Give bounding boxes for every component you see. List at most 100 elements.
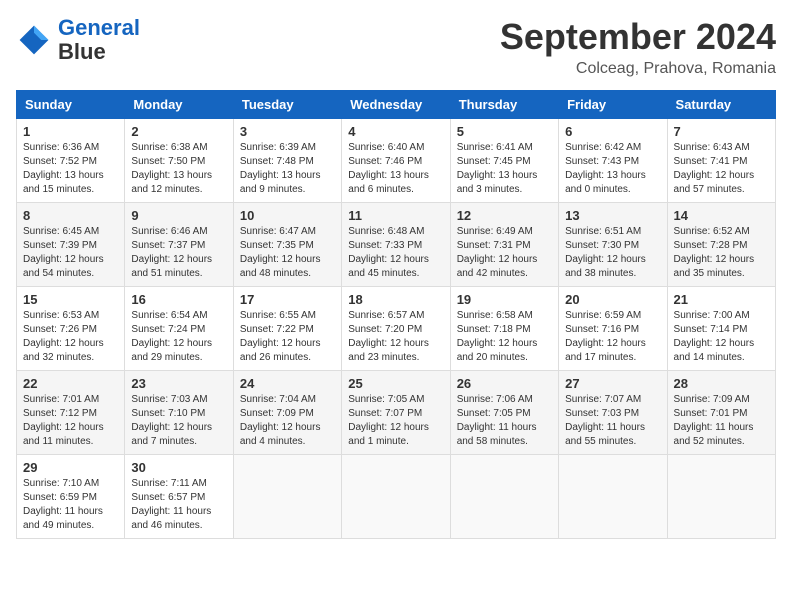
day-info: Sunrise: 7:07 AM Sunset: 7:03 PM Dayligh… bbox=[565, 393, 660, 449]
calendar-cell: 8Sunrise: 6:45 AM Sunset: 7:39 PM Daylig… bbox=[17, 203, 125, 287]
calendar-cell: 10 Sunrise: 6:47 AM Sunset: 7:35 PM Dayli… bbox=[233, 203, 341, 287]
calendar-cell: 11 Sunrise: 6:48 AM Sunset: 7:33 PM Dayli… bbox=[342, 203, 450, 287]
calendar-cell: 28 Sunrise: 7:09 AM Sunset: 7:01 PM Dayli… bbox=[667, 371, 775, 455]
day-number: 23 bbox=[131, 376, 226, 391]
day-info: Sunrise: 6:41 AM Sunset: 7:45 PM Dayligh… bbox=[457, 141, 552, 197]
day-number: 20 bbox=[565, 292, 660, 307]
calendar-week-row: 15 Sunrise: 6:53 AM Sunset: 7:26 PM Dayli… bbox=[17, 287, 776, 371]
day-number: 28 bbox=[674, 376, 769, 391]
day-info: Sunrise: 7:09 AM Sunset: 7:01 PM Dayligh… bbox=[674, 393, 769, 449]
weekday-header-thursday: Thursday bbox=[450, 91, 558, 119]
calendar-cell: 9 Sunrise: 6:46 AM Sunset: 7:37 PM Daylig… bbox=[125, 203, 233, 287]
day-info: Sunrise: 6:48 AM Sunset: 7:33 PM Dayligh… bbox=[348, 225, 443, 281]
calendar-cell: 16 Sunrise: 6:54 AM Sunset: 7:24 PM Dayli… bbox=[125, 287, 233, 371]
calendar-cell: 23 Sunrise: 7:03 AM Sunset: 7:10 PM Dayli… bbox=[125, 371, 233, 455]
calendar-cell: 7Sunrise: 6:43 AM Sunset: 7:41 PM Daylig… bbox=[667, 119, 775, 203]
day-info: Sunrise: 6:40 AM Sunset: 7:46 PM Dayligh… bbox=[348, 141, 443, 197]
day-info: Sunrise: 7:03 AM Sunset: 7:10 PM Dayligh… bbox=[131, 393, 226, 449]
day-info: Sunrise: 6:54 AM Sunset: 7:24 PM Dayligh… bbox=[131, 309, 226, 365]
calendar-cell bbox=[559, 455, 667, 539]
day-info: Sunrise: 6:59 AM Sunset: 7:16 PM Dayligh… bbox=[565, 309, 660, 365]
calendar-cell: 5 Sunrise: 6:41 AM Sunset: 7:45 PM Daylig… bbox=[450, 119, 558, 203]
weekday-header-tuesday: Tuesday bbox=[233, 91, 341, 119]
day-info: Sunrise: 6:51 AM Sunset: 7:30 PM Dayligh… bbox=[565, 225, 660, 281]
calendar-cell: 24 Sunrise: 7:04 AM Sunset: 7:09 PM Dayli… bbox=[233, 371, 341, 455]
day-info: Sunrise: 7:01 AM Sunset: 7:12 PM Dayligh… bbox=[23, 393, 118, 449]
day-number: 16 bbox=[131, 292, 226, 307]
calendar-cell: 20 Sunrise: 6:59 AM Sunset: 7:16 PM Dayli… bbox=[559, 287, 667, 371]
calendar-cell: 19 Sunrise: 6:58 AM Sunset: 7:18 PM Dayli… bbox=[450, 287, 558, 371]
calendar-cell: 25Sunrise: 7:05 AM Sunset: 7:07 PM Dayli… bbox=[342, 371, 450, 455]
day-number: 11 bbox=[348, 208, 443, 223]
calendar-cell: 17 Sunrise: 6:55 AM Sunset: 7:22 PM Dayli… bbox=[233, 287, 341, 371]
weekday-header-row: SundayMondayTuesdayWednesdayThursdayFrid… bbox=[17, 91, 776, 119]
calendar-cell: 26 Sunrise: 7:06 AM Sunset: 7:05 PM Dayli… bbox=[450, 371, 558, 455]
day-number: 29 bbox=[23, 460, 118, 475]
month-title: September 2024 bbox=[500, 16, 776, 58]
calendar-week-row: 29 Sunrise: 7:10 AM Sunset: 6:59 PM Dayli… bbox=[17, 455, 776, 539]
day-info: Sunrise: 6:53 AM Sunset: 7:26 PM Dayligh… bbox=[23, 309, 118, 365]
day-number: 6 bbox=[565, 124, 660, 139]
title-block: September 2024 Colceag, Prahova, Romania bbox=[500, 16, 776, 78]
weekday-header-saturday: Saturday bbox=[667, 91, 775, 119]
day-number: 27 bbox=[565, 376, 660, 391]
day-number: 22 bbox=[23, 376, 118, 391]
calendar-cell bbox=[450, 455, 558, 539]
day-number: 9 bbox=[131, 208, 226, 223]
day-info: Sunrise: 6:46 AM Sunset: 7:37 PM Dayligh… bbox=[131, 225, 226, 281]
day-number: 1 bbox=[23, 124, 118, 139]
day-info: Sunrise: 6:52 AM Sunset: 7:28 PM Dayligh… bbox=[674, 225, 769, 281]
calendar-cell: 6 Sunrise: 6:42 AM Sunset: 7:43 PM Daylig… bbox=[559, 119, 667, 203]
day-number: 15 bbox=[23, 292, 118, 307]
calendar-cell: 21 Sunrise: 7:00 AM Sunset: 7:14 PM Dayli… bbox=[667, 287, 775, 371]
day-info: Sunrise: 6:36 AM Sunset: 7:52 PM Dayligh… bbox=[23, 141, 118, 197]
day-info: Sunrise: 7:00 AM Sunset: 7:14 PM Dayligh… bbox=[674, 309, 769, 365]
day-number: 7 bbox=[674, 124, 769, 139]
calendar-cell: 4 Sunrise: 6:40 AM Sunset: 7:46 PM Daylig… bbox=[342, 119, 450, 203]
day-number: 3 bbox=[240, 124, 335, 139]
logo-text: General Blue bbox=[58, 16, 140, 64]
weekday-header-friday: Friday bbox=[559, 91, 667, 119]
day-info: Sunrise: 6:38 AM Sunset: 7:50 PM Dayligh… bbox=[131, 141, 226, 197]
day-info: Sunrise: 7:11 AM Sunset: 6:57 PM Dayligh… bbox=[131, 477, 226, 533]
calendar-cell: 27 Sunrise: 7:07 AM Sunset: 7:03 PM Dayli… bbox=[559, 371, 667, 455]
day-number: 4 bbox=[348, 124, 443, 139]
calendar-cell bbox=[342, 455, 450, 539]
calendar-cell: 14 Sunrise: 6:52 AM Sunset: 7:28 PM Dayli… bbox=[667, 203, 775, 287]
day-number: 14 bbox=[674, 208, 769, 223]
calendar-week-row: 22 Sunrise: 7:01 AM Sunset: 7:12 PM Dayli… bbox=[17, 371, 776, 455]
day-number: 24 bbox=[240, 376, 335, 391]
day-number: 19 bbox=[457, 292, 552, 307]
day-info: Sunrise: 6:42 AM Sunset: 7:43 PM Dayligh… bbox=[565, 141, 660, 197]
day-number: 18 bbox=[348, 292, 443, 307]
day-info: Sunrise: 7:06 AM Sunset: 7:05 PM Dayligh… bbox=[457, 393, 552, 449]
calendar-cell: 13Sunrise: 6:51 AM Sunset: 7:30 PM Dayli… bbox=[559, 203, 667, 287]
day-info: Sunrise: 7:10 AM Sunset: 6:59 PM Dayligh… bbox=[23, 477, 118, 533]
calendar-week-row: 1 Sunrise: 6:36 AM Sunset: 7:52 PM Daylig… bbox=[17, 119, 776, 203]
day-info: Sunrise: 6:39 AM Sunset: 7:48 PM Dayligh… bbox=[240, 141, 335, 197]
calendar-cell: 12 Sunrise: 6:49 AM Sunset: 7:31 PM Dayli… bbox=[450, 203, 558, 287]
day-info: Sunrise: 6:47 AM Sunset: 7:35 PM Dayligh… bbox=[240, 225, 335, 281]
day-number: 12 bbox=[457, 208, 552, 223]
day-info: Sunrise: 7:04 AM Sunset: 7:09 PM Dayligh… bbox=[240, 393, 335, 449]
calendar-cell: 1 Sunrise: 6:36 AM Sunset: 7:52 PM Daylig… bbox=[17, 119, 125, 203]
day-number: 5 bbox=[457, 124, 552, 139]
calendar-week-row: 8Sunrise: 6:45 AM Sunset: 7:39 PM Daylig… bbox=[17, 203, 776, 287]
day-info: Sunrise: 6:58 AM Sunset: 7:18 PM Dayligh… bbox=[457, 309, 552, 365]
calendar-cell: 18Sunrise: 6:57 AM Sunset: 7:20 PM Dayli… bbox=[342, 287, 450, 371]
day-number: 26 bbox=[457, 376, 552, 391]
page-header: General Blue September 2024 Colceag, Pra… bbox=[16, 16, 776, 78]
day-info: Sunrise: 6:49 AM Sunset: 7:31 PM Dayligh… bbox=[457, 225, 552, 281]
day-number: 25 bbox=[348, 376, 443, 391]
day-number: 10 bbox=[240, 208, 335, 223]
day-number: 21 bbox=[674, 292, 769, 307]
calendar-cell: 15 Sunrise: 6:53 AM Sunset: 7:26 PM Dayli… bbox=[17, 287, 125, 371]
day-number: 17 bbox=[240, 292, 335, 307]
day-info: Sunrise: 6:55 AM Sunset: 7:22 PM Dayligh… bbox=[240, 309, 335, 365]
day-info: Sunrise: 6:45 AM Sunset: 7:39 PM Dayligh… bbox=[23, 225, 118, 281]
calendar-cell: 2Sunrise: 6:38 AM Sunset: 7:50 PM Daylig… bbox=[125, 119, 233, 203]
logo: General Blue bbox=[16, 16, 140, 64]
calendar-table: SundayMondayTuesdayWednesdayThursdayFrid… bbox=[16, 90, 776, 539]
logo-icon bbox=[16, 22, 52, 58]
day-number: 30 bbox=[131, 460, 226, 475]
